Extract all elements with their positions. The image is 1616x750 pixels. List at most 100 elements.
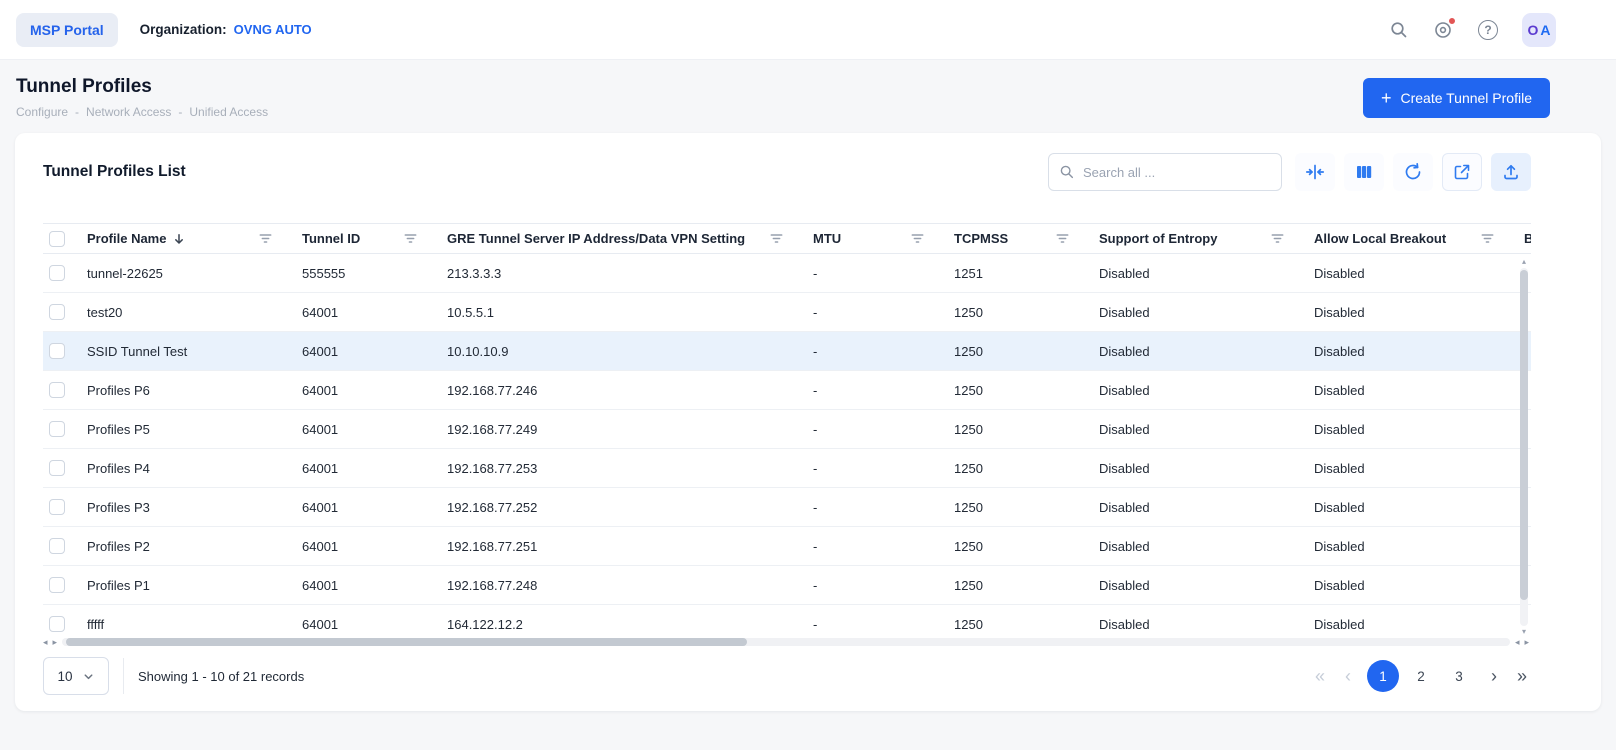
- column-header-allow-local-breakout[interactable]: Allow Local Breakout: [1314, 231, 1524, 246]
- pagination-pages: 123: [1367, 660, 1475, 692]
- cell-tcpmss: 1250: [954, 422, 1099, 437]
- column-header-profile-name[interactable]: Profile Name: [87, 231, 302, 246]
- row-checkbox[interactable]: [49, 460, 65, 476]
- refresh-button[interactable]: [1393, 153, 1433, 191]
- export-upload-button[interactable]: [1491, 153, 1531, 191]
- row-checkbox-cell: [43, 382, 87, 398]
- breadcrumb-item-unified-access[interactable]: Unified Access: [189, 105, 268, 119]
- filter-icon[interactable]: [259, 232, 272, 245]
- cell-gre-ip: 192.168.77.251: [447, 539, 813, 554]
- select-all-checkbox[interactable]: [49, 231, 65, 247]
- breadcrumb-item-configure[interactable]: Configure: [16, 105, 68, 119]
- breadcrumb-item-network-access[interactable]: Network Access: [86, 105, 171, 119]
- table-row[interactable]: Profiles P4 64001 192.168.77.253 - 1250 …: [43, 449, 1531, 488]
- row-checkbox[interactable]: [49, 304, 65, 320]
- cell-profile-name: Profiles P5: [87, 422, 302, 437]
- column-header-truncated[interactable]: B: [1524, 231, 1531, 246]
- cell-profile-name: Profiles P4: [87, 461, 302, 476]
- pagination-next-button[interactable]: ›: [1487, 666, 1501, 687]
- row-checkbox[interactable]: [49, 538, 65, 554]
- row-checkbox[interactable]: [49, 577, 65, 593]
- cell-support-of-entropy: Disabled: [1099, 461, 1314, 476]
- organization-link[interactable]: OVNG AUTO: [234, 22, 312, 37]
- filter-icon[interactable]: [1481, 232, 1494, 245]
- table-row[interactable]: Profiles P2 64001 192.168.77.251 - 1250 …: [43, 527, 1531, 566]
- cell-allow-local-breakout: Disabled: [1314, 422, 1524, 437]
- column-header-tcpmss[interactable]: TCPMSS: [954, 231, 1099, 246]
- upload-icon: [1501, 162, 1521, 182]
- filter-icon[interactable]: [770, 232, 783, 245]
- horizontal-scroll-track[interactable]: [62, 638, 1510, 646]
- row-checkbox[interactable]: [49, 616, 65, 632]
- sort-desc-icon[interactable]: [173, 233, 185, 245]
- table-row[interactable]: fffff 64001 164.122.12.2 - 1250 Disabled…: [43, 605, 1531, 635]
- cell-tunnel-id: 64001: [302, 422, 447, 437]
- tunnel-profiles-card: Tunnel Profiles List: [15, 133, 1601, 711]
- row-checkbox[interactable]: [49, 265, 65, 281]
- footer-divider: [123, 658, 124, 694]
- page-size-select[interactable]: 10: [43, 657, 109, 695]
- filter-icon[interactable]: [1056, 232, 1069, 245]
- scroll-down-arrow[interactable]: ▾: [1522, 627, 1526, 635]
- column-header-tunnel-id[interactable]: Tunnel ID: [302, 231, 447, 246]
- scroll-left-arrow[interactable]: ◂: [1515, 637, 1520, 647]
- cell-allow-local-breakout: Disabled: [1314, 578, 1524, 593]
- cell-gre-ip: 192.168.77.249: [447, 422, 813, 437]
- pagination-last-button[interactable]: »: [1513, 666, 1531, 687]
- scroll-right-arrow[interactable]: ▸: [1524, 637, 1529, 647]
- horizontal-scroll-thumb[interactable]: [66, 638, 747, 646]
- avatar[interactable]: O A: [1522, 13, 1556, 47]
- help-icon[interactable]: ?: [1478, 20, 1498, 40]
- table-row[interactable]: Profiles P3 64001 192.168.77.252 - 1250 …: [43, 488, 1531, 527]
- cell-tcpmss: 1250: [954, 305, 1099, 320]
- column-header-mtu[interactable]: MTU: [813, 231, 954, 246]
- pagination: « ‹ 123 › »: [1311, 660, 1531, 692]
- open-in-new-icon: [1452, 162, 1472, 182]
- filter-icon[interactable]: [911, 232, 924, 245]
- table-row[interactable]: Profiles P6 64001 192.168.77.246 - 1250 …: [43, 371, 1531, 410]
- cell-allow-local-breakout: Disabled: [1314, 461, 1524, 476]
- page-size-value: 10: [57, 669, 72, 684]
- row-checkbox-cell: [43, 304, 87, 320]
- filter-icon[interactable]: [404, 232, 417, 245]
- scroll-right-arrow[interactable]: ▸: [53, 637, 58, 647]
- scroll-left-arrow[interactable]: ◂: [43, 637, 48, 647]
- pagination-page-1[interactable]: 1: [1367, 660, 1399, 692]
- table-body: tunnel-22625 555555 213.3.3.3 - 1251 Dis…: [43, 254, 1531, 635]
- cell-mtu: -: [813, 422, 954, 437]
- row-checkbox-cell: [43, 616, 87, 632]
- msp-portal-badge[interactable]: MSP Portal: [16, 13, 118, 47]
- row-checkbox[interactable]: [49, 499, 65, 515]
- cell-tunnel-id: 64001: [302, 305, 447, 320]
- create-tunnel-profile-button[interactable]: + Create Tunnel Profile: [1363, 78, 1550, 118]
- cell-gre-ip: 213.3.3.3: [447, 266, 813, 281]
- row-checkbox[interactable]: [49, 343, 65, 359]
- pagination-first-button[interactable]: «: [1311, 666, 1329, 687]
- row-checkbox-cell: [43, 499, 87, 515]
- row-checkbox[interactable]: [49, 421, 65, 437]
- filter-icon[interactable]: [1271, 232, 1284, 245]
- columns-button[interactable]: [1344, 153, 1384, 191]
- vertical-scroll-track[interactable]: [1520, 268, 1528, 626]
- column-header-gre-ip[interactable]: GRE Tunnel Server IP Address/Data VPN Se…: [447, 231, 813, 246]
- cell-profile-name: test20: [87, 305, 302, 320]
- table-row[interactable]: Profiles P5 64001 192.168.77.249 - 1250 …: [43, 410, 1531, 449]
- table-row[interactable]: Profiles P1 64001 192.168.77.248 - 1250 …: [43, 566, 1531, 605]
- pagination-page-2[interactable]: 2: [1405, 660, 1437, 692]
- scroll-up-arrow[interactable]: ▴: [1522, 257, 1526, 267]
- row-checkbox[interactable]: [49, 382, 65, 398]
- table-row[interactable]: tunnel-22625 555555 213.3.3.3 - 1251 Dis…: [43, 254, 1531, 293]
- pagination-page-3[interactable]: 3: [1443, 660, 1475, 692]
- table-row[interactable]: test20 64001 10.5.5.1 - 1250 Disabled Di…: [43, 293, 1531, 332]
- vertical-scroll-thumb[interactable]: [1520, 270, 1528, 600]
- cell-mtu: -: [813, 344, 954, 359]
- cell-gre-ip: 10.5.5.1: [447, 305, 813, 320]
- column-header-support-of-entropy[interactable]: Support of Entropy: [1099, 231, 1314, 246]
- search-input[interactable]: [1083, 165, 1271, 180]
- search-icon[interactable]: [1389, 20, 1409, 40]
- collapse-columns-button[interactable]: [1295, 153, 1335, 191]
- pagination-prev-button[interactable]: ‹: [1341, 666, 1355, 687]
- table-row[interactable]: SSID Tunnel Test 64001 10.10.10.9 - 1250…: [43, 332, 1531, 371]
- open-in-new-button[interactable]: [1442, 153, 1482, 191]
- notifications-icon[interactable]: [1433, 19, 1454, 40]
